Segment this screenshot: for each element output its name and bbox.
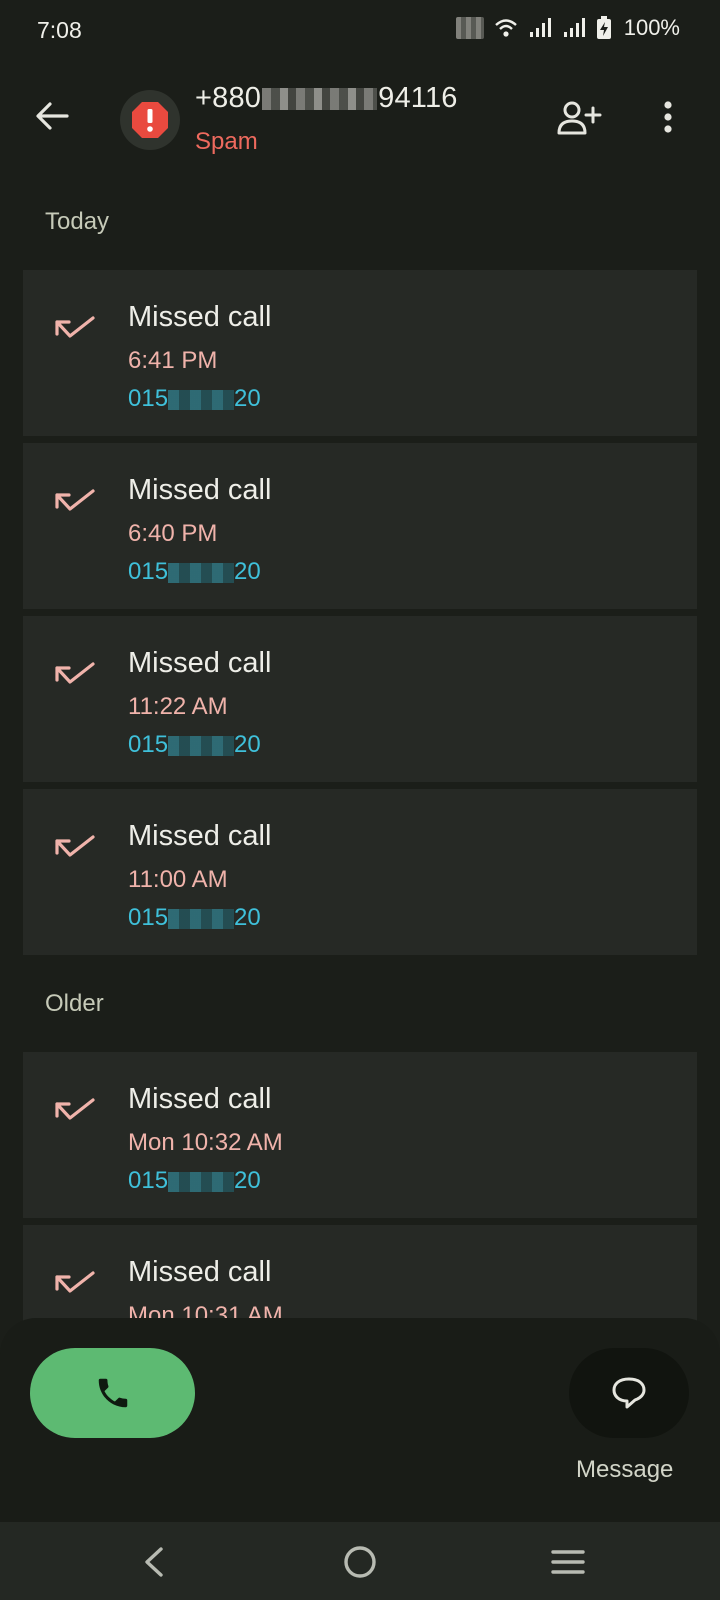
call-row[interactable]: Missed call Mon 10:32 AM 015 20	[23, 1052, 697, 1218]
call-title: Missed call	[128, 820, 272, 852]
missed-call-icon	[55, 316, 95, 338]
call-number: 015 20	[128, 904, 261, 932]
message-label: Message	[576, 1456, 674, 1483]
missed-call-icon	[55, 1098, 95, 1120]
spam-alert-icon	[132, 102, 168, 138]
call-row[interactable]: Missed call 11:00 AM 015 20	[23, 789, 697, 955]
nav-back-button[interactable]	[129, 1537, 179, 1587]
call-number-suffix: 20	[234, 1167, 261, 1194]
section-older: Older	[45, 990, 104, 1017]
call-row[interactable]: Missed call 6:41 PM 015 20	[23, 270, 697, 436]
call-time: 11:00 AM	[128, 866, 228, 893]
call-number: 015 20	[128, 385, 261, 413]
nav-home-button[interactable]	[335, 1537, 385, 1587]
system-nav-bar	[0, 1522, 720, 1600]
action-panel: Message	[0, 1318, 720, 1522]
spam-label: Spam	[195, 128, 258, 155]
call-row[interactable]: Missed call 11:22 AM 015 20	[23, 616, 697, 782]
more-vert-icon	[664, 101, 672, 133]
missed-call-icon	[55, 489, 95, 511]
arrow-left-icon	[36, 102, 69, 130]
redacted-digits	[168, 389, 235, 410]
call-number: 015 20	[128, 558, 261, 586]
call-number-suffix: 20	[234, 904, 261, 931]
call-number-prefix: 015	[128, 1167, 169, 1194]
missed-call-icon	[55, 1271, 95, 1293]
call-number: 015 20	[128, 731, 261, 759]
nav-back-icon	[145, 1547, 163, 1577]
battery-charging-icon	[596, 16, 611, 39]
person-add-icon	[557, 101, 602, 135]
status-bar: 7:08 100%	[0, 0, 720, 62]
signal-icon-2	[563, 18, 585, 37]
add-contact-button[interactable]	[553, 96, 605, 140]
nav-recents-button[interactable]	[543, 1537, 593, 1587]
call-number-prefix: 015	[128, 385, 169, 412]
call-row[interactable]: Missed call 6:40 PM 015 20	[23, 443, 697, 609]
message-button[interactable]	[569, 1348, 689, 1438]
call-title: Missed call	[128, 474, 272, 506]
caller-header: +880 94116 Spam	[0, 62, 720, 182]
call-button[interactable]	[30, 1348, 195, 1438]
call-number-suffix: 20	[234, 385, 261, 412]
redacted-digits	[168, 1171, 235, 1192]
signal-icon-1	[529, 18, 551, 37]
call-number-prefix: 015	[128, 904, 169, 931]
call-number-suffix: 20	[234, 558, 261, 585]
missed-call-icon	[55, 662, 95, 684]
missed-call-icon	[55, 835, 95, 857]
battery-percent: 100%	[623, 15, 680, 40]
wifi-icon	[494, 19, 517, 37]
call-number-suffix: 20	[234, 731, 261, 758]
back-button[interactable]	[28, 92, 76, 140]
call-title: Missed call	[128, 301, 272, 333]
call-time: 6:40 PM	[128, 520, 218, 547]
redacted-digits	[168, 908, 235, 929]
call-time: 6:41 PM	[128, 347, 218, 374]
caller-number: +880 94116	[195, 82, 458, 115]
redacted-digits	[168, 562, 235, 583]
number-prefix: +880	[195, 82, 262, 114]
section-today: Today	[45, 208, 110, 235]
call-number-prefix: 015	[128, 731, 169, 758]
call-title: Missed call	[128, 1083, 272, 1115]
avatar	[120, 90, 180, 150]
more-options-button[interactable]	[646, 92, 690, 142]
call-number: 015 20	[128, 1167, 261, 1195]
status-time: 7:08	[37, 17, 82, 43]
phone-icon	[98, 1378, 127, 1408]
chat-bubble-icon	[612, 1377, 646, 1409]
status-icons: 100%	[455, 15, 680, 41]
nav-home-icon	[344, 1546, 376, 1578]
call-title: Missed call	[128, 1256, 272, 1288]
call-number-prefix: 015	[128, 558, 169, 585]
call-title: Missed call	[128, 647, 272, 679]
redacted-digits	[262, 88, 378, 111]
nav-menu-icon	[551, 1550, 585, 1574]
redacted-digits	[168, 735, 235, 756]
number-suffix: 94116	[378, 82, 458, 114]
notification-icon	[455, 17, 484, 39]
call-time: 11:22 AM	[128, 693, 228, 720]
call-time: Mon 10:32 AM	[128, 1129, 283, 1156]
